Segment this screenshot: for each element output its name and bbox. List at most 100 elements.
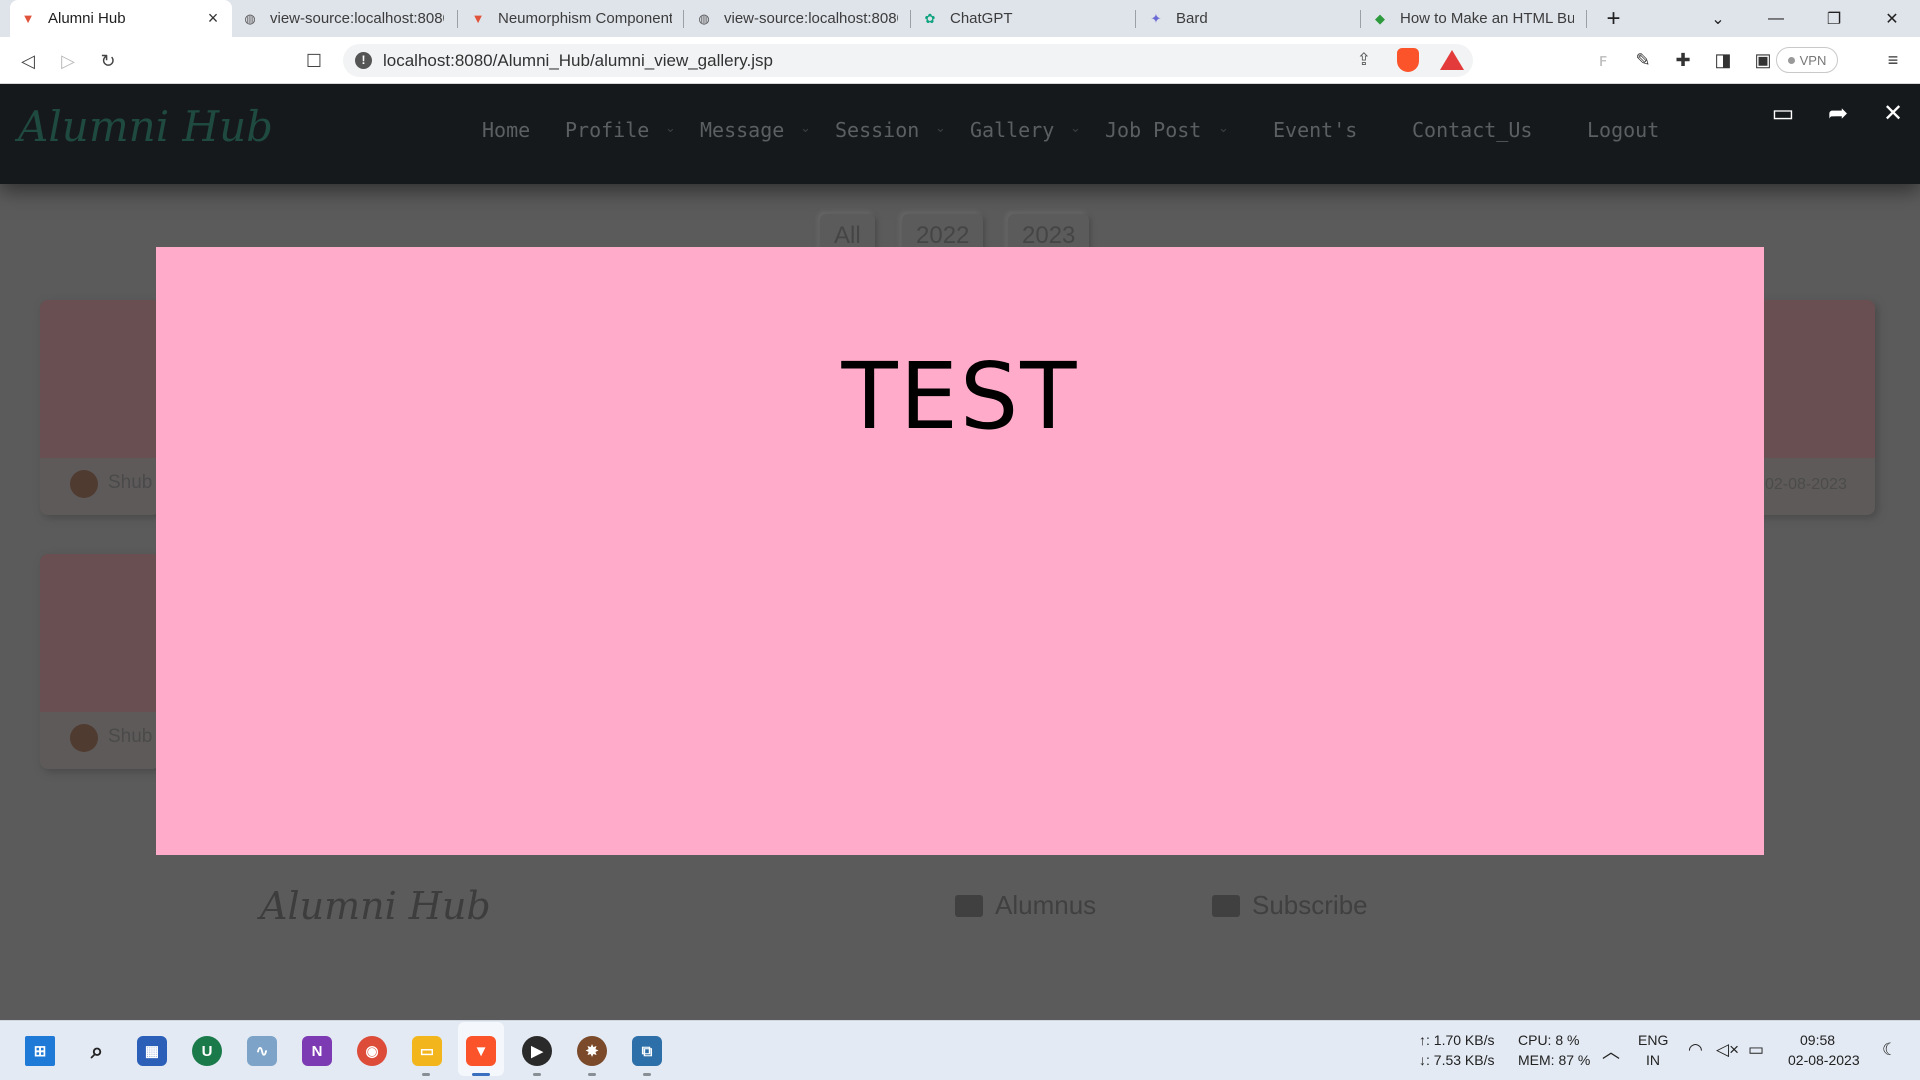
tab-search-chevron-icon[interactable]: ⌄ (1690, 0, 1746, 37)
tab-view-source-1[interactable]: ◍ view-source:localhost:8080/ (232, 0, 454, 37)
footer-subscribe-link[interactable]: Subscribe (1212, 890, 1368, 921)
brave-browser-icon[interactable]: ▼ (466, 1036, 496, 1066)
color-picker-extension-icon[interactable]: ✎ (1630, 47, 1656, 73)
tab-separator (1360, 10, 1361, 28)
new-tab-button[interactable]: + (1586, 0, 1641, 37)
tab-bard[interactable]: ✦ Bard (1138, 0, 1360, 37)
upwork-icon[interactable]: U (192, 1036, 222, 1066)
media-player-icon[interactable]: ▶ (522, 1036, 552, 1066)
share-icon[interactable]: ⇪ (1357, 50, 1371, 70)
tab-view-source-2[interactable]: ◍ view-source:localhost:8080/ (686, 0, 908, 37)
microsoft-store-icon[interactable]: ▦ (137, 1036, 167, 1066)
reader-mode-icon[interactable]: ꜰ (1590, 47, 1616, 73)
tray-overflow-chevron-icon[interactable]: ︿ (1602, 1038, 1620, 1064)
bookmark-icon[interactable]: ☐ (300, 47, 328, 75)
globe-icon: ◍ (698, 10, 710, 26)
running-indicator (422, 1073, 430, 1076)
nav-contact-us[interactable]: Contact_Us (1412, 118, 1532, 142)
tab-html-button[interactable]: ◆ How to Make an HTML But (1362, 0, 1584, 37)
site-info-icon[interactable]: ! (355, 52, 372, 69)
speaker-muted-icon[interactable]: ◁× (1716, 1040, 1739, 1060)
tab-alumni-hub[interactable]: ▼ Alumni Hub × (10, 0, 232, 37)
moon-notification-icon[interactable]: ☾ (1882, 1040, 1897, 1060)
tab-separator (457, 10, 458, 28)
running-indicator-active (472, 1073, 490, 1076)
footer-alumnus-label: Alumnus (995, 890, 1097, 920)
nav-profile[interactable]: Profile (565, 118, 649, 142)
footer-alumnus-link[interactable]: Alumnus (955, 890, 1096, 921)
tab-title: view-source:localhost:8080/ (724, 10, 898, 27)
wifi-icon[interactable]: ◠ (1688, 1040, 1703, 1060)
vs-code-like-icon[interactable]: ⧉ (632, 1036, 662, 1066)
address-bar[interactable]: ! localhost:8080/Alumni_Hub/alumni_view_… (343, 44, 1473, 77)
url-text[interactable]: localhost:8080/Alumni_Hub/alumni_view_ga… (383, 51, 773, 71)
footer-subscribe-label: Subscribe (1252, 890, 1368, 920)
brave-rewards-icon[interactable] (1440, 50, 1464, 70)
chevron-down-icon: ⌄ (800, 120, 811, 135)
minimize-button[interactable]: — (1748, 0, 1804, 37)
tab-title: Neumorphism Component (498, 10, 672, 27)
nav-message[interactable]: Message (700, 118, 784, 142)
search-icon[interactable]: ⌕ (82, 1036, 112, 1066)
brave-shields-icon[interactable] (1397, 48, 1419, 72)
chrome-icon[interactable]: ◉ (357, 1036, 387, 1066)
gallery-card[interactable]: Shub (40, 554, 160, 769)
hackernoon-icon: ◆ (1375, 10, 1385, 26)
vpn-button[interactable]: VPN (1776, 47, 1838, 73)
site-navbar: Alumni Hub Home Profile ⌄ Message ⌄ Sess… (0, 84, 1920, 184)
site-logo[interactable]: Alumni Hub (18, 102, 273, 151)
wallet-icon[interactable]: ▣ (1750, 47, 1776, 73)
close-window-button[interactable]: ✕ (1864, 0, 1920, 37)
restore-button[interactable]: ❐ (1806, 0, 1862, 37)
resource-monitor-icon[interactable]: ∿ (247, 1036, 277, 1066)
nav-gallery[interactable]: Gallery (970, 118, 1054, 142)
gallery-image[interactable] (40, 554, 160, 712)
language-region[interactable]: IN (1646, 1052, 1660, 1068)
onenote-icon[interactable]: N (302, 1036, 332, 1066)
menu-icon[interactable]: ≡ (1880, 47, 1906, 73)
forward-button[interactable]: ▷ (54, 47, 82, 75)
graduation-cap-icon (955, 894, 983, 917)
lightbox-share-icon[interactable]: ➦ (1820, 98, 1856, 128)
brave-logo-icon: ▼ (21, 11, 35, 26)
file-explorer-icon[interactable]: ▭ (412, 1036, 442, 1066)
close-tab-icon[interactable]: × (204, 8, 222, 29)
chevron-down-icon: ⌄ (665, 120, 676, 135)
chevron-down-icon: ⌄ (1070, 120, 1081, 135)
clock-time[interactable]: 09:58 (1800, 1032, 1835, 1048)
start-windows-icon[interactable]: ⊞ (25, 1036, 55, 1066)
gallery-card[interactable]: 02-08-2023 (1750, 300, 1875, 515)
cpu-usage: CPU: 8 % (1518, 1032, 1580, 1048)
lightbox-close-icon[interactable]: ✕ (1875, 98, 1911, 128)
chatgpt-icon: ✿ (924, 10, 936, 26)
reload-button[interactable]: ↻ (94, 47, 122, 75)
nav-home[interactable]: Home (482, 118, 530, 142)
nav-logout[interactable]: Logout (1587, 118, 1659, 142)
language-eng[interactable]: ENG (1638, 1032, 1668, 1048)
clock-date[interactable]: 02-08-2023 (1788, 1052, 1860, 1068)
nav-events[interactable]: Event's (1273, 118, 1357, 142)
card-author: Shub (108, 472, 153, 493)
tab-neumorphism[interactable]: ▼ Neumorphism Component (460, 0, 682, 37)
lightbox-image[interactable]: TEST (156, 247, 1764, 855)
vpn-status-dot (1787, 56, 1795, 64)
extensions-puzzle-icon[interactable]: ✚ (1670, 47, 1696, 73)
lightbox-fullscreen-icon[interactable]: ▭ (1765, 98, 1801, 128)
tab-separator (683, 10, 684, 28)
footer-logo[interactable]: Alumni Hub (260, 884, 491, 928)
gallery-card[interactable]: Shub (40, 300, 160, 515)
gallery-image[interactable] (1750, 300, 1875, 458)
chevron-down-icon: ⌄ (935, 120, 946, 135)
gallery-image[interactable] (40, 300, 160, 458)
nav-session[interactable]: Session (835, 118, 919, 142)
envelope-check-icon (1212, 894, 1240, 917)
nav-job-post[interactable]: Job Post (1105, 118, 1201, 142)
game-app-icon[interactable]: ✸ (577, 1036, 607, 1066)
sidebar-icon[interactable]: ◨ (1710, 47, 1736, 73)
back-button[interactable]: ◁ (14, 47, 42, 75)
tab-title: Alumni Hub (48, 10, 126, 27)
running-indicator (533, 1073, 541, 1076)
battery-icon[interactable]: ▭ (1748, 1040, 1764, 1060)
tab-chatgpt[interactable]: ✿ ChatGPT (912, 0, 1134, 37)
net-download-speed: ↓: 7.53 KB/s (1419, 1052, 1495, 1068)
